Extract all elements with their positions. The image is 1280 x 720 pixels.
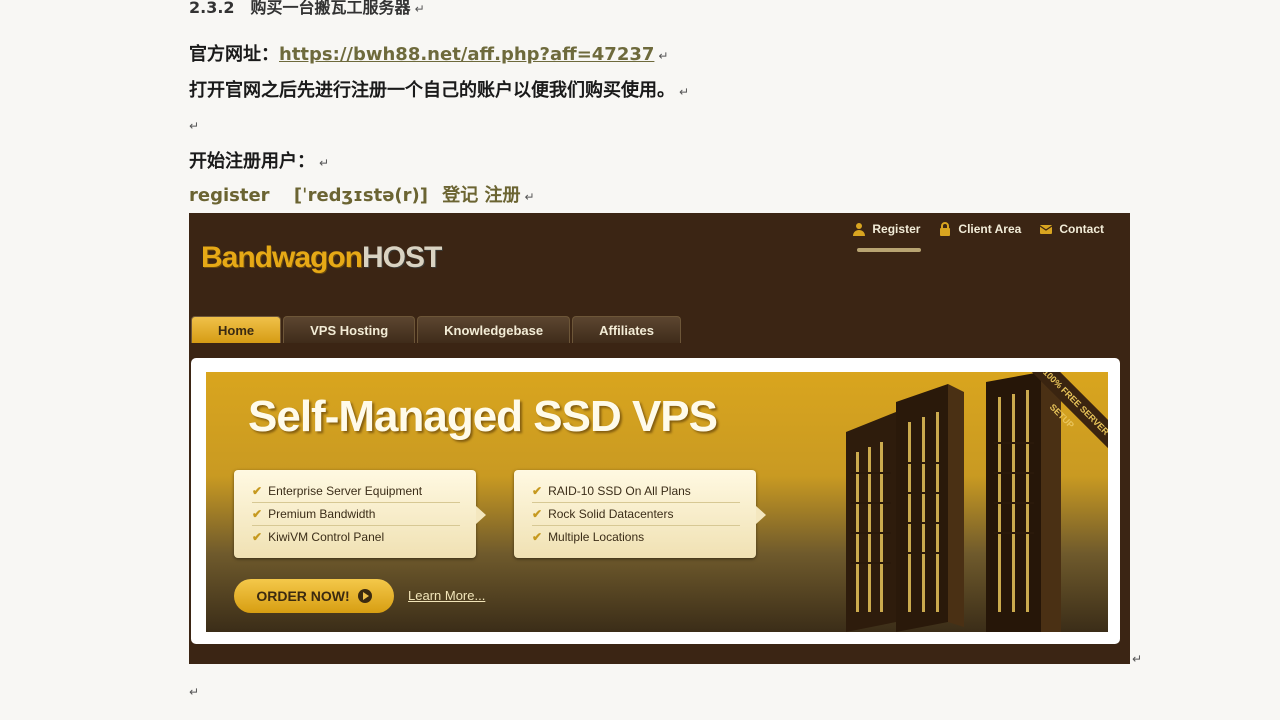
register-underline	[857, 248, 921, 252]
website-screenshot: Register Client Area Contact BandwagonHO…	[189, 213, 1130, 664]
instruction-line: 打开官网之后先进行注册一个自己的账户以便我们购买使用。 ↵	[189, 80, 690, 101]
vocab-line: register [ˈredʒɪstə(r)] 登记 注册 ↵	[189, 185, 535, 206]
official-label: 官方网址：	[189, 44, 279, 65]
vocab-phonetic: [ˈredʒɪstə(r)]	[293, 185, 428, 206]
vocab-word: register	[189, 185, 270, 206]
official-url-link[interactable]: https://bwh88.net/aff.php?aff=47237	[279, 44, 654, 65]
official-site-line: 官方网址：https://bwh88.net/aff.php?aff=47237…	[189, 44, 669, 65]
check-icon: ✔	[252, 530, 263, 544]
learn-more-link[interactable]: Learn More...	[408, 588, 485, 603]
tab-home[interactable]: Home	[191, 316, 282, 343]
check-icon: ✔	[252, 484, 263, 498]
order-now-button[interactable]: ORDER NOW!	[234, 579, 394, 613]
paragraph-mark: ↵	[1132, 652, 1143, 666]
main-nav: Home VPS Hosting Knowledgebase Affiliate…	[191, 316, 682, 343]
lock-icon	[940, 222, 951, 236]
feature-item: ✔ KiwiVM Control Panel	[252, 530, 385, 544]
features-left: ✔ Enterprise Server Equipment ✔ Premium Ba…	[234, 470, 486, 558]
tab-knowledgebase[interactable]: Knowledgebase	[417, 316, 571, 343]
section-heading: 2.3.2 购买一台搬瓦工服务器 ↵	[189, 0, 425, 17]
top-link-contact[interactable]: Contact	[1039, 222, 1104, 236]
top-link-register[interactable]: Register	[852, 222, 920, 236]
check-icon: ✔	[532, 530, 543, 544]
empty-paragraph: ↵	[189, 685, 200, 699]
feature-item: ✔ Premium Bandwidth	[252, 503, 460, 526]
bandwagonhost-logo[interactable]: BandwagonHOST	[201, 241, 442, 275]
check-icon: ✔	[532, 484, 543, 498]
tab-vps-hosting[interactable]: VPS Hosting	[283, 316, 416, 343]
feature-item: ✔ RAID-10 SSD On All Plans	[532, 480, 740, 503]
feature-item: ✔ Enterprise Server Equipment	[252, 480, 460, 503]
start-register-line: 开始注册用户： ↵	[189, 151, 330, 172]
empty-paragraph: ↵	[189, 119, 200, 133]
top-links: Register Client Area Contact	[852, 222, 1104, 236]
banner-frame: Self-Managed SSD VPS ✔ Enterprise Server …	[191, 358, 1120, 644]
check-icon: ✔	[532, 507, 543, 521]
vocab-meaning: 登记 注册	[442, 185, 521, 206]
features-right: ✔ RAID-10 SSD On All Plans ✔ Rock Solid Da…	[514, 470, 766, 558]
play-icon	[357, 589, 372, 603]
tab-affiliates[interactable]: Affiliates	[572, 316, 682, 343]
user-icon	[853, 223, 866, 236]
top-link-client-area[interactable]: Client Area	[938, 222, 1021, 236]
banner-title: Self-Managed SSD VPS	[248, 392, 718, 441]
hero-banner: Self-Managed SSD VPS ✔ Enterprise Server …	[206, 372, 1108, 632]
check-icon: ✔	[252, 507, 263, 521]
feature-item: ✔ Rock Solid Datacenters	[532, 503, 740, 526]
feature-item: ✔ Multiple Locations	[532, 530, 645, 544]
envelope-icon	[1039, 225, 1053, 234]
